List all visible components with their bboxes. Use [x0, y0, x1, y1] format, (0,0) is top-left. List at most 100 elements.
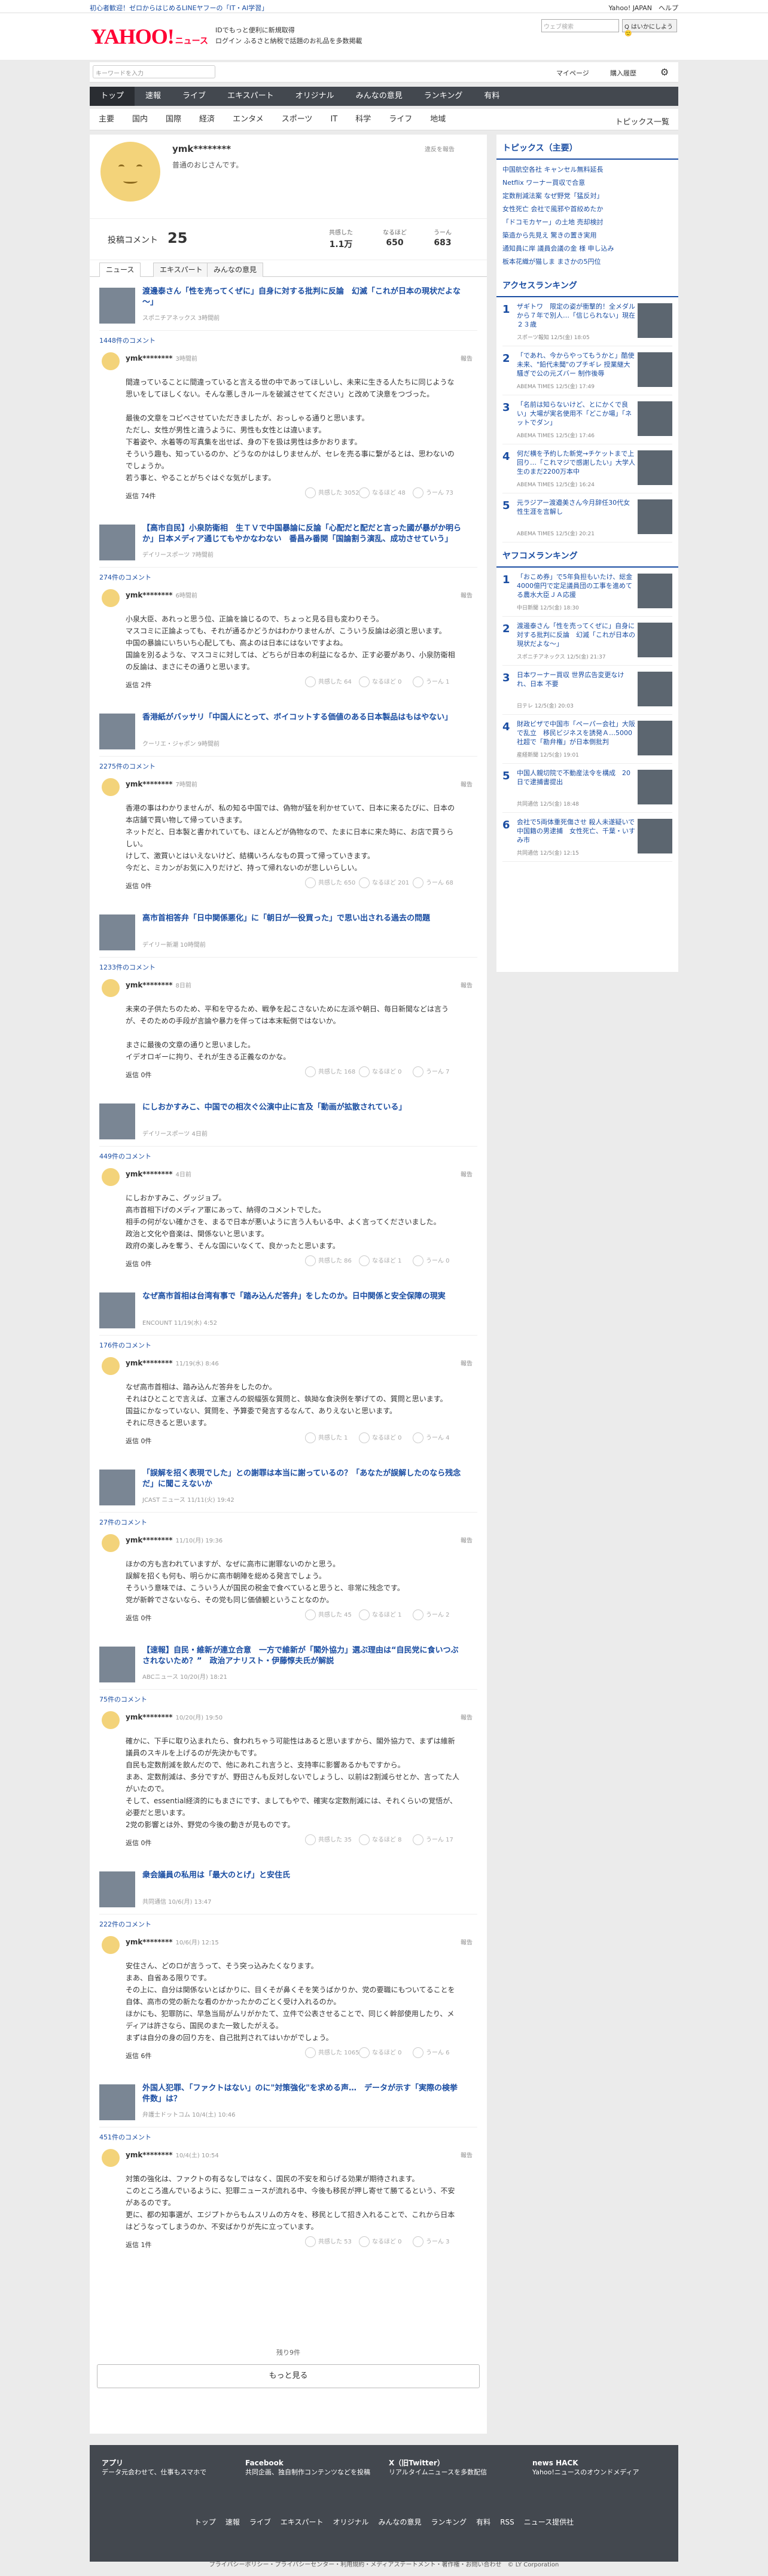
subnav-item[interactable]: 国内	[123, 109, 157, 130]
report-link[interactable]: 報告	[461, 1937, 473, 1946]
article-title[interactable]: 香港紙がバッサリ「中国人にとって、ボイコットする価値のある日本製品はもはやない」	[142, 712, 465, 723]
commenter-name[interactable]: ymk******** 7時間前	[126, 779, 197, 788]
comment-count-link[interactable]: 451件のコメント	[99, 2127, 477, 2147]
reaction-button[interactable]: なるほど 0	[359, 1066, 402, 1077]
article-card[interactable]: 外国人犯罪、「ファクトはない」のに"対策強化"を求める声… データが示す「実際の…	[99, 2080, 477, 2127]
topic-item[interactable]: 築造から先見え 驚きの置き実用	[502, 229, 672, 242]
reply-link[interactable]: 返信 2件	[126, 680, 152, 690]
subnav-item[interactable]: 科学	[346, 109, 380, 130]
commenter-name[interactable]: ymk******** 8日前	[126, 980, 191, 989]
reaction-button[interactable]: なるほど 0	[359, 676, 402, 687]
comment-count-link[interactable]: 75件のコメント	[99, 1690, 477, 1709]
rank-title[interactable]: 中国人親切院で不動産法令を構成 20日で逮捕書提出	[517, 769, 636, 786]
rank-title[interactable]: 「おこめ券」で5年負担もいたけ、総金4000億円で定足議員団の工事を進めてる農水…	[517, 572, 636, 599]
comment-count-link[interactable]: 274件のコメント	[99, 568, 477, 587]
reply-link[interactable]: 返信 0件	[126, 1613, 152, 1623]
rank-thumbnail[interactable]	[638, 450, 672, 485]
article-card[interactable]: 高市首相答弁「日中関係悪化」に「朝日が一役買った」で思い出される過去の問題 デイリ…	[99, 910, 477, 958]
subnav-item[interactable]: スポーツ	[273, 109, 322, 130]
legal-links[interactable]: プライバシーポリシー・プライバシーセンター・利用規約・メディアステートメント・著…	[90, 2562, 678, 2569]
comment-count-link[interactable]: 2275件のコメント	[99, 757, 477, 776]
rank-title[interactable]: 何だ横を予約した新党→チケットまで上回り…「これマジで感謝したい」大学人生のまだ…	[517, 449, 636, 476]
rank-thumbnail[interactable]	[638, 770, 672, 804]
reaction-button[interactable]: うーん 6	[413, 2047, 450, 2058]
subnav-item[interactable]: 地域	[421, 109, 455, 130]
reaction-button[interactable]: うーん 0	[413, 1255, 450, 1266]
reaction-button[interactable]: なるほど 201	[359, 877, 409, 888]
rank-thumbnail[interactable]	[638, 623, 672, 657]
commenter-name[interactable]: ymk******** 10/20(月) 19:50	[126, 1712, 223, 1721]
commenter-name[interactable]: ymk******** 11/19(水) 8:46	[126, 1358, 219, 1367]
mypage-link[interactable]: マイページ	[556, 68, 589, 78]
article-card[interactable]: 渡邊泰さん「性を売ってくぜに」自身に対する批判に反論 幻滅「これが日本の現状だよ…	[99, 283, 477, 331]
nav-item[interactable]: みんなの意見	[345, 87, 413, 106]
show-more-button[interactable]: もっと見る	[97, 2364, 480, 2388]
reaction-button[interactable]: うーん 3	[413, 2236, 450, 2247]
ranking-item[interactable]: 3 日本ワーナー買収 世界広告変更なけれ、日本 不要 日テレ 12/5(金) 20:…	[502, 666, 672, 715]
ranking-item[interactable]: 6 会社で5両体重死傷させ 殺人未遂疑いで中国籍の男逮捕 女性死亡、千葉・いすみ市…	[502, 813, 672, 862]
subnav-item[interactable]: 国際	[157, 109, 190, 130]
reaction-button[interactable]: なるほど 0	[359, 1432, 402, 1443]
rank-thumbnail[interactable]	[638, 574, 672, 608]
footer-nav-item[interactable]: ライブ	[249, 2518, 271, 2526]
rank-title[interactable]: 「名前は知らないけど、とにかくで良い」大場が実名使用不「どこか場」「ネットでダン…	[517, 400, 636, 427]
reaction-button[interactable]: 共感した 168	[305, 1066, 355, 1077]
nav-item[interactable]: 速報	[135, 87, 172, 106]
commenter-name[interactable]: ymk******** 3時間前	[126, 353, 197, 362]
reaction-button[interactable]: 共感した 86	[305, 1255, 352, 1266]
rank-title[interactable]: 「であれ、今からやってもうかと」酷使未来、"鉛代未聞"のプチギレ 授業継大騒ぎで…	[517, 351, 636, 378]
report-link[interactable]: 報告	[461, 779, 473, 788]
topic-item[interactable]: 定数削減法案 なぜ野党「猛反対」	[502, 190, 672, 203]
comment-count-link[interactable]: 1448件のコメント	[99, 331, 477, 350]
article-title[interactable]: 【高市自民】小泉防衛相 生ＴＶで中国暴論に反論「心配だと配だと言った國が暴がか明…	[142, 523, 465, 545]
article-thumbnail[interactable]	[99, 914, 135, 950]
article-card[interactable]: にしおかすみこ、中国での相次ぐ公演中止に言及「動画が拡散されている」 デイリースポ…	[99, 1099, 477, 1147]
subnav-item[interactable]: ライフ	[380, 109, 421, 130]
article-thumbnail[interactable]	[99, 525, 135, 560]
reaction-button[interactable]: うーん 4	[413, 1432, 450, 1443]
commenter-name[interactable]: ymk******** 10/4(土) 10:54	[126, 2150, 219, 2159]
report-link[interactable]: 報告	[461, 1358, 473, 1367]
footer-nav-item[interactable]: ニュース提供社	[524, 2518, 574, 2526]
ranking-item[interactable]: 1 「おこめ券」で5年負担もいたけ、総金4000億円で定足議員団の工事を進めてる農…	[502, 568, 672, 617]
reaction-button[interactable]: 共感した 53	[305, 2236, 352, 2247]
report-link[interactable]: 報告	[461, 1169, 473, 1178]
rank-thumbnail[interactable]	[638, 352, 672, 387]
article-thumbnail[interactable]	[99, 288, 135, 324]
reaction-button[interactable]: 共感した 35	[305, 1834, 352, 1845]
commenter-name[interactable]: ymk******** 11/10(月) 19:36	[126, 1535, 223, 1544]
reaction-button[interactable]: うーん 2	[413, 1609, 450, 1620]
rank-title[interactable]: 日本ワーナー買収 世界広告変更なけれ、日本 不要	[517, 670, 636, 688]
ranking-item[interactable]: 1 ザギトワ 限定の姿が衝撃的！全メダルから７年で別人…「信じられない」現在２３歳…	[502, 297, 672, 346]
nav-item[interactable]: エキスパート	[217, 87, 285, 106]
article-title[interactable]: なぜ高市首相は台湾有事で「踏み込んだ答弁」をしたのか。日中関係と安全保障の現実	[142, 1291, 465, 1302]
web-search-button[interactable]: Q はいかにしよう🙂	[622, 19, 677, 37]
rank-thumbnail[interactable]	[638, 303, 672, 338]
topic-item[interactable]: 板本花織が猫しま まさかの5円位	[502, 255, 672, 269]
report-link[interactable]: 報告	[461, 353, 473, 362]
nav-item[interactable]: 有料	[473, 87, 510, 106]
article-title[interactable]: 「誤解を招く表現でした」との謝罪は本当に謝っているの？「あなたが誤解したのなら残…	[142, 1468, 465, 1490]
topic-item[interactable]: 通知員に岸 議員会議の金 様 申し込み	[502, 242, 672, 255]
subnav-item[interactable]: エンタメ	[224, 109, 273, 130]
subnav-item[interactable]: 経済	[190, 109, 224, 130]
tab-1[interactable]: エキスパート	[153, 263, 209, 277]
article-thumbnail[interactable]	[99, 714, 135, 749]
ranking-item[interactable]: 3 「名前は知らないけど、とにかくで良い」大場が実名使用不「どこか場」「ネットでダ…	[502, 395, 672, 444]
article-thumbnail[interactable]	[99, 1647, 135, 1682]
footer-nav-item[interactable]: RSS	[500, 2518, 514, 2526]
rank-title[interactable]: 財政ビザで中国市「ペーパー会社」大阪で乱立 移民ビジネスを誘発Ａ…5000社超で…	[517, 720, 636, 746]
article-title[interactable]: にしおかすみこ、中国での相次ぐ公演中止に言及「動画が拡散されている」	[142, 1102, 465, 1113]
reaction-button[interactable]: 共感した 1065	[305, 2047, 359, 2058]
reply-link[interactable]: 返信 0件	[126, 881, 152, 891]
rank-thumbnail[interactable]	[638, 672, 672, 706]
web-search-input[interactable]: ウェブ検索	[541, 19, 619, 32]
rank-title[interactable]: ザギトワ 限定の姿が衝撃的！全メダルから７年で別人…「信じられない」現在２３歳	[517, 302, 636, 329]
footer-app[interactable]: アプリ データ元会わせて、仕事もスマホで	[102, 2458, 206, 2477]
footer-nav-item[interactable]: 有料	[476, 2518, 490, 2526]
comment-count-link[interactable]: 222件のコメント	[99, 1915, 477, 1934]
reaction-button[interactable]: なるほど 0	[359, 2047, 402, 2058]
reaction-button[interactable]: うーん 68	[413, 877, 453, 888]
report-link[interactable]: 報告	[461, 2150, 473, 2159]
comment-count-link[interactable]: 27件のコメント	[99, 1513, 477, 1532]
